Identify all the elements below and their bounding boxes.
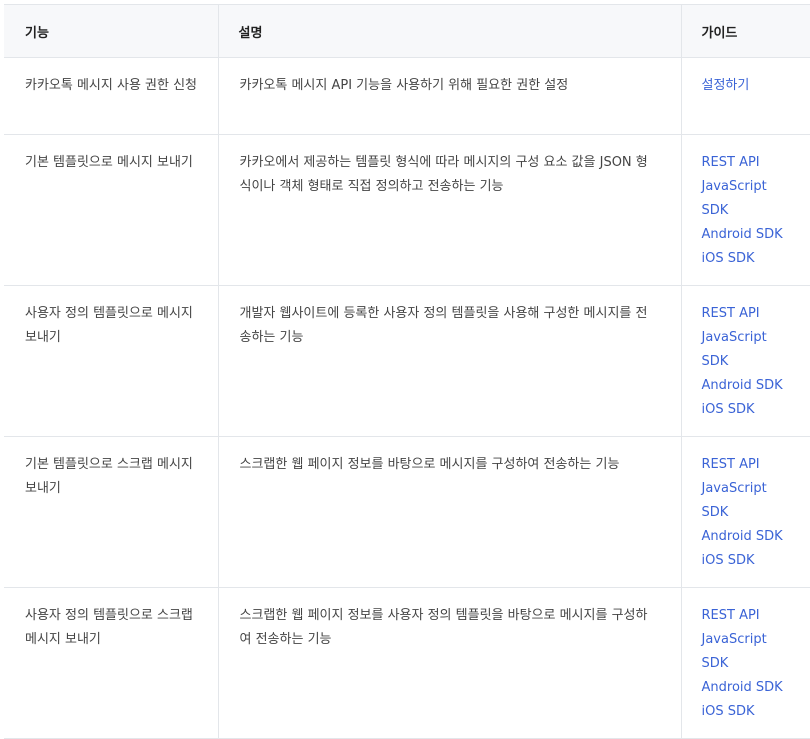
guide-link-javascript-sdk[interactable]: JavaScript SDK	[702, 628, 782, 676]
header-feature: 기능	[4, 4, 218, 58]
feature-description: 스크랩한 웹 페이지 정보를 사용자 정의 템플릿을 바탕으로 메시지를 구성하…	[239, 608, 648, 647]
table-row: 사용자 정의 템플릿으로 스크랩 메시지 보내기 스크랩한 웹 페이지 정보를 …	[4, 587, 810, 739]
header-guide: 가이드	[680, 4, 810, 58]
feature-cell: 카카오톡 메시지 사용 권한 신청	[4, 57, 218, 135]
table-row: 사용자 정의 템플릿으로 메시지 보내기 개발자 웹사이트에 등록한 사용자 정…	[4, 285, 810, 437]
feature-cell: 사용자 정의 템플릿으로 스크랩 메시지 보내기	[4, 587, 218, 739]
guide-link-android-sdk[interactable]: Android SDK	[702, 374, 807, 398]
feature-cell: 사용자 정의 템플릿으로 메시지 보내기	[4, 285, 218, 437]
description-cell: 개발자 웹사이트에 등록한 사용자 정의 템플릿을 사용해 구성한 메시지를 전…	[217, 285, 681, 437]
guide-link-settings[interactable]: 설정하기	[702, 74, 807, 98]
guide-link-ios-sdk[interactable]: iOS SDK	[702, 700, 807, 724]
feature-cell: 기본 템플릿으로 스크랩 메시지 보내기	[4, 436, 218, 588]
guide-link-rest-api[interactable]: REST API	[702, 151, 807, 175]
feature-name: 기본 템플릿으로 스크랩 메시지 보내기	[25, 457, 193, 496]
guide-link-ios-sdk[interactable]: iOS SDK	[702, 398, 807, 422]
feature-description: 개발자 웹사이트에 등록한 사용자 정의 템플릿을 사용해 구성한 메시지를 전…	[239, 306, 648, 345]
guide-link-ios-sdk[interactable]: iOS SDK	[702, 247, 807, 271]
guide-cell: REST API JavaScript SDK Android SDK iOS …	[680, 285, 810, 437]
feature-description: 카카오톡 메시지 API 기능을 사용하기 위해 필요한 권한 설정	[239, 78, 569, 93]
guide-link-javascript-sdk[interactable]: JavaScript SDK	[702, 175, 782, 223]
description-cell: 스크랩한 웹 페이지 정보를 사용자 정의 템플릿을 바탕으로 메시지를 구성하…	[217, 587, 681, 739]
feature-name: 카카오톡 메시지 사용 권한 신청	[25, 78, 198, 93]
table-row: 카카오톡 메시지 사용 권한 신청 카카오톡 메시지 API 기능을 사용하기 …	[4, 57, 810, 135]
feature-name: 사용자 정의 템플릿으로 메시지 보내기	[25, 306, 193, 345]
guide-link-android-sdk[interactable]: Android SDK	[702, 525, 807, 549]
description-cell: 스크랩한 웹 페이지 정보를 바탕으로 메시지를 구성하여 전송하는 기능	[217, 436, 681, 588]
guide-link-rest-api[interactable]: REST API	[702, 302, 807, 326]
guide-link-android-sdk[interactable]: Android SDK	[702, 223, 807, 247]
guide-cell: REST API JavaScript SDK Android SDK iOS …	[680, 436, 810, 588]
guide-link-javascript-sdk[interactable]: JavaScript SDK	[702, 477, 782, 525]
table-header-row: 기능 설명 가이드	[4, 4, 810, 58]
feature-name: 기본 템플릿으로 메시지 보내기	[25, 155, 193, 170]
guide-cell: REST API JavaScript SDK Android SDK iOS …	[680, 134, 810, 286]
header-description: 설명	[217, 4, 681, 58]
guide-link-android-sdk[interactable]: Android SDK	[702, 676, 807, 700]
feature-cell: 기본 템플릿으로 메시지 보내기	[4, 134, 218, 286]
guide-cell: 설정하기	[680, 57, 810, 135]
guide-cell: REST API JavaScript SDK Android SDK iOS …	[680, 587, 810, 739]
description-cell: 카카오에서 제공하는 템플릿 형식에 따라 메시지의 구성 요소 값을 JSON…	[217, 134, 681, 286]
feature-description: 카카오에서 제공하는 템플릿 형식에 따라 메시지의 구성 요소 값을 JSON…	[239, 155, 648, 194]
table-row: 기본 템플릿으로 스크랩 메시지 보내기 스크랩한 웹 페이지 정보를 바탕으로…	[4, 436, 810, 588]
guide-link-rest-api[interactable]: REST API	[702, 604, 807, 628]
feature-name: 사용자 정의 템플릿으로 스크랩 메시지 보내기	[25, 608, 193, 647]
guide-link-rest-api[interactable]: REST API	[702, 453, 807, 477]
feature-table: 기능 설명 가이드 카카오톡 메시지 사용 권한 신청 카카오톡 메시지 API…	[4, 4, 810, 739]
feature-description: 스크랩한 웹 페이지 정보를 바탕으로 메시지를 구성하여 전송하는 기능	[239, 457, 620, 472]
table-row: 기본 템플릿으로 메시지 보내기 카카오에서 제공하는 템플릿 형식에 따라 메…	[4, 134, 810, 286]
guide-link-ios-sdk[interactable]: iOS SDK	[702, 549, 807, 573]
description-cell: 카카오톡 메시지 API 기능을 사용하기 위해 필요한 권한 설정	[217, 57, 681, 135]
guide-link-javascript-sdk[interactable]: JavaScript SDK	[702, 326, 782, 374]
